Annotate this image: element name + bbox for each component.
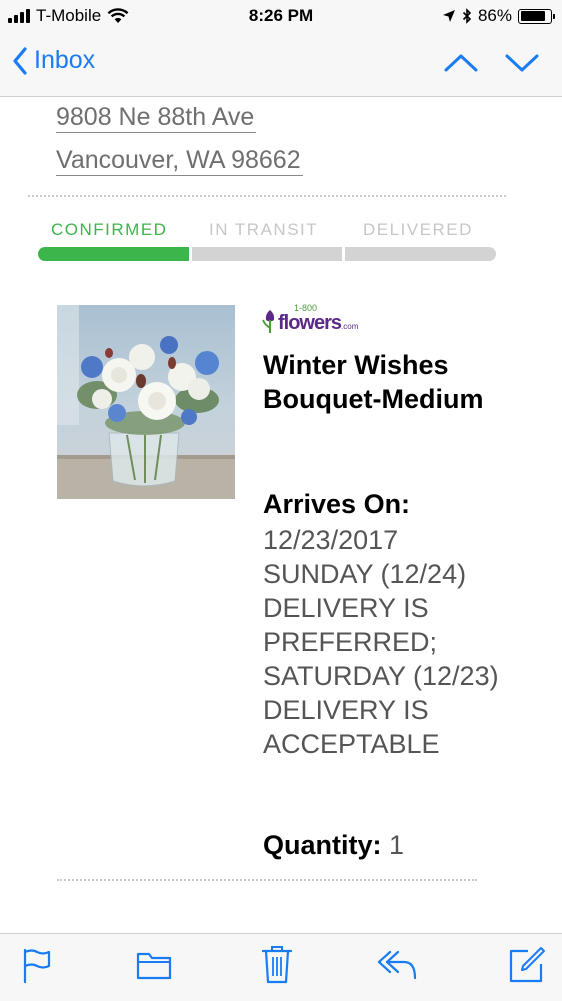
nav-bar: Inbox <box>0 34 562 97</box>
address-city-link[interactable]: Vancouver, WA 98662 <box>56 145 303 176</box>
quantity-label: Quantity: <box>263 830 382 860</box>
compose-icon[interactable] <box>508 946 546 984</box>
status-right: 86% <box>442 6 555 26</box>
flag-icon[interactable] <box>22 948 52 984</box>
folder-icon[interactable] <box>136 948 172 982</box>
brand-name: flowers <box>278 312 342 334</box>
tulip-logo-icon <box>262 310 275 333</box>
arrives-on-value: 12/23/2017 SUNDAY (12/24) DELIVERY IS PR… <box>263 525 499 759</box>
battery-level <box>520 11 545 21</box>
divider <box>57 879 477 881</box>
back-label: Inbox <box>34 46 96 74</box>
step-delivered-label: DELIVERED <box>363 220 473 239</box>
next-message-button[interactable] <box>505 48 539 78</box>
back-to-inbox-button[interactable]: Inbox <box>12 46 95 75</box>
divider <box>28 195 506 197</box>
address-street-link[interactable]: 9808 Ne 88th Ave <box>56 102 257 133</box>
brand-logo[interactable]: 1-800 flowers.com <box>262 303 359 334</box>
bouquet-image[interactable] <box>57 305 235 499</box>
previous-message-button[interactable] <box>444 48 478 78</box>
email-body: 9808 Ne 88th Ave Vancouver, WA 98662 CON… <box>0 97 562 933</box>
brand-number: 1-800 <box>294 303 318 313</box>
battery-percent: 86% <box>477 6 512 25</box>
step-confirmed-label: CONFIRMED <box>51 220 168 239</box>
quantity-value: 1 <box>389 830 405 860</box>
arrives-on-label: Arrives On: <box>263 489 411 519</box>
brand-suffix: .com <box>341 322 359 331</box>
bottom-toolbar <box>0 933 562 1001</box>
chevron-left-icon <box>13 46 27 75</box>
product-title: Winter Wishes Bouquet-Medium <box>263 350 484 414</box>
trash-icon[interactable] <box>262 944 292 984</box>
battery-icon <box>518 8 555 24</box>
bluetooth-icon <box>462 8 472 24</box>
step-confirmed-bar <box>38 247 189 261</box>
reply-icon[interactable] <box>376 948 418 982</box>
step-in-transit-label: IN TRANSIT <box>209 220 319 239</box>
quantity-row: Quantity: 1 <box>263 830 404 861</box>
step-delivered-bar <box>345 247 496 261</box>
location-arrow-icon <box>442 10 455 22</box>
step-in-transit-bar <box>192 247 342 261</box>
status-bar: T-Mobile 8:26 PM 86% <box>0 0 562 34</box>
